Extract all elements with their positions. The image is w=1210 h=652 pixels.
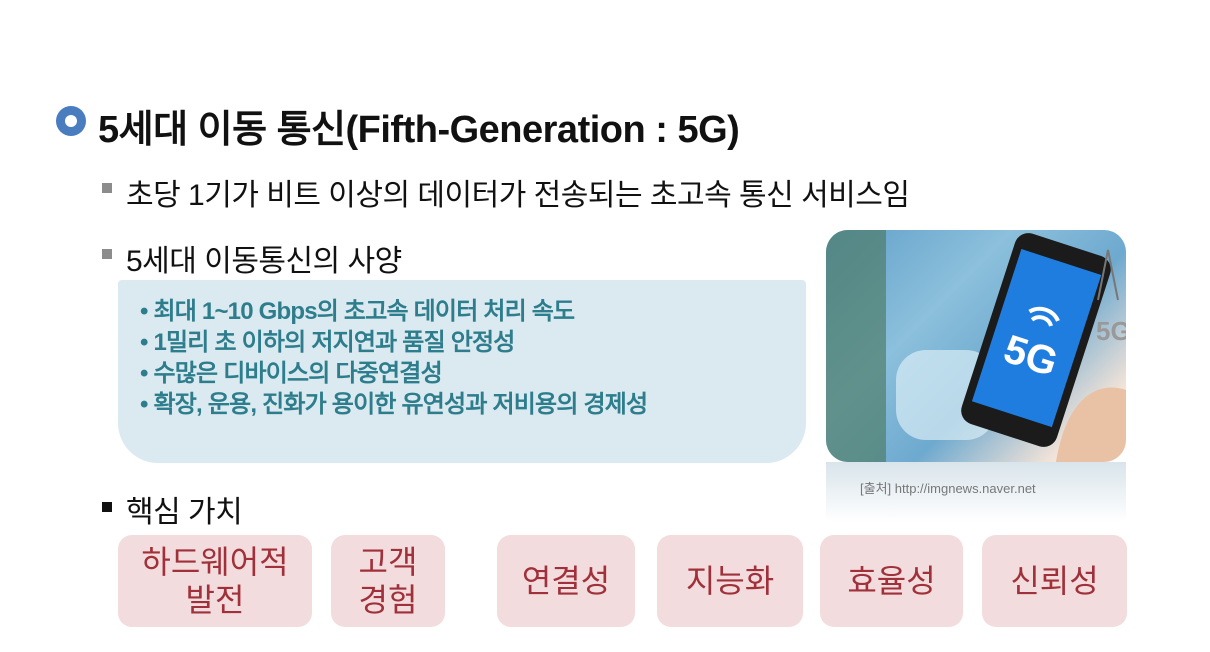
square-bullet-icon (102, 502, 112, 512)
spec-item: 수많은 디바이스의 다중연결성 (140, 358, 647, 389)
5g-illustration: 5G 5G (826, 230, 1126, 462)
core-value-customer: 고객 경험 (331, 535, 445, 627)
core-value-efficiency: 효율성 (820, 535, 963, 627)
core-value-reliability: 신뢰성 (982, 535, 1127, 627)
bullet-specs-heading: 5세대 이동통신의 사양 (126, 245, 402, 278)
image-source-caption: [출처] http://imgnews.naver.net (860, 481, 1036, 496)
title-bullet-icon (56, 106, 86, 136)
slide-title: 5세대 이동 통신(Fifth-Generation : 5G) (98, 109, 740, 151)
spec-item: 최대 1~10 Gbps의 초고속 데이터 처리 속도 (140, 296, 647, 327)
tower-5g-label: 5G (1096, 316, 1126, 346)
bullet-definition: 초당 1기가 비트 이상의 데이터가 전송되는 초고속 통신 서비스임 (126, 179, 910, 212)
spec-item: 확장, 운용, 진화가 용이한 유연성과 저비용의 경제성 (140, 389, 648, 420)
5g-photo: 5G 5G (826, 230, 1126, 462)
core-value-hardware: 하드웨어적 발전 (118, 535, 312, 627)
core-value-connectivity: 연결성 (497, 535, 635, 627)
core-values-heading: 핵심 가치 (126, 496, 243, 529)
core-value-intelligence: 지능화 (657, 535, 803, 627)
spec-item: 1밀리 초 이하의 저지연과 품질 안정성 (140, 327, 647, 358)
square-bullet-icon (102, 249, 112, 259)
square-bullet-icon (102, 183, 112, 193)
spec-list: 최대 1~10 Gbps의 초고속 데이터 처리 속도 1밀리 초 이하의 저지… (140, 296, 648, 420)
